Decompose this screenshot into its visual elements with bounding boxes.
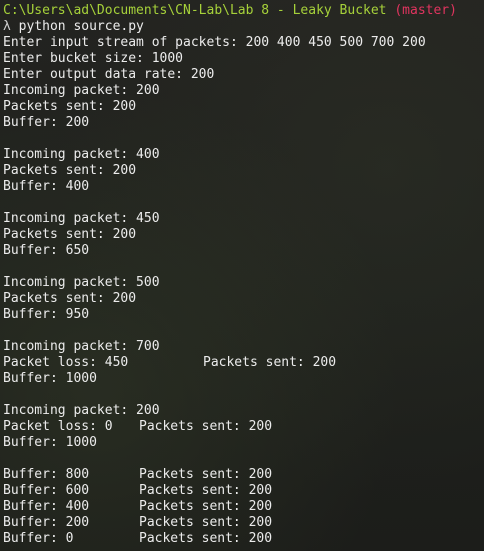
- packets-sent-text: Packets sent: 200: [139, 515, 273, 530]
- output-block-1: Incoming packet: 200 Packets sent: 200 B…: [3, 83, 484, 131]
- drain-line: Buffer: 400 Packets sent: 200: [3, 499, 484, 515]
- incoming-packet-line: Incoming packet: 200: [3, 83, 160, 98]
- packets-sent-text: Packets sent: 200: [139, 483, 273, 498]
- output-block-2: Incoming packet: 400 Packets sent: 200 B…: [3, 147, 484, 195]
- loss-sent-line: Packet loss: 0 Packets sent: 200: [3, 419, 484, 435]
- packets-sent-line: Packets sent: 200: [3, 99, 137, 114]
- drain-block: Buffer: 800 Packets sent: 200 Buffer: 600…: [3, 467, 484, 547]
- buffer-line: Buffer: 200: [3, 115, 90, 130]
- packets-sent-text: Packets sent: 200: [139, 531, 273, 546]
- terminal-window[interactable]: C:\Users\ad\Documents\CN-Lab\Lab 8 - Lea…: [0, 0, 484, 551]
- incoming-packet-line: Incoming packet: 500: [3, 275, 160, 290]
- input-stream-line: Enter input stream of packets: 200 400 4…: [3, 35, 426, 50]
- drain-line: Buffer: 800 Packets sent: 200: [3, 467, 484, 483]
- incoming-packet-line: Incoming packet: 200: [3, 403, 160, 418]
- output-block-6: Incoming packet: 200 Packet loss: 0 Packe…: [3, 403, 484, 451]
- drain-line: Buffer: 600 Packets sent: 200: [3, 483, 484, 499]
- loss-sent-line: Packet loss: 450 Packets sent: 200: [3, 355, 484, 371]
- command-line: λ python source.py: [3, 19, 484, 35]
- git-branch: (master): [394, 3, 457, 18]
- packet-loss-text: Packet loss: 0: [3, 419, 113, 434]
- packets-sent-line: Packets sent: 200: [3, 291, 137, 306]
- packets-sent-text: Packets sent: 200: [139, 467, 273, 482]
- output-block-3: Incoming packet: 450 Packets sent: 200 B…: [3, 211, 484, 259]
- buffer-line: Buffer: 950: [3, 307, 90, 322]
- buffer-text: Buffer: 400: [3, 499, 90, 514]
- packets-sent-line: Packets sent: 200: [3, 163, 137, 178]
- incoming-packet-line: Incoming packet: 700: [3, 339, 160, 354]
- incoming-packet-line: Incoming packet: 400: [3, 147, 160, 162]
- bucket-size-line: Enter bucket size: 1000: [3, 51, 184, 66]
- buffer-text: Buffer: 200: [3, 515, 90, 530]
- buffer-line: Buffer: 1000: [3, 435, 97, 450]
- drain-line: Buffer: 200 Packets sent: 200: [3, 515, 484, 531]
- packets-sent-text: Packets sent: 200: [139, 419, 273, 434]
- buffer-text: Buffer: 0: [3, 531, 74, 546]
- output-block-5: Incoming packet: 700 Packet loss: 450 Pac…: [3, 339, 484, 387]
- packets-sent-text: Packets sent: 200: [139, 499, 273, 514]
- buffer-line: Buffer: 1000: [3, 371, 97, 386]
- packet-loss-text: Packet loss: 450: [3, 355, 129, 370]
- prompt-line: C:\Users\ad\Documents\CN-Lab\Lab 8 - Lea…: [3, 3, 484, 19]
- buffer-line: Buffer: 650: [3, 243, 90, 258]
- buffer-text: Buffer: 600: [3, 483, 90, 498]
- packets-sent-text: Packets sent: 200: [203, 355, 337, 370]
- output-block-4: Incoming packet: 500 Packets sent: 200 B…: [3, 275, 484, 323]
- drain-line: Buffer: 0 Packets sent: 200: [3, 531, 484, 547]
- incoming-packet-line: Incoming packet: 450: [3, 211, 160, 226]
- prompt-symbol: λ: [3, 19, 11, 34]
- prompt-path: C:\Users\ad\Documents\CN-Lab\Lab 8 - Lea…: [3, 3, 387, 18]
- command-text: python source.py: [18, 19, 144, 34]
- buffer-line: Buffer: 400: [3, 179, 90, 194]
- buffer-text: Buffer: 800: [3, 467, 90, 482]
- packets-sent-line: Packets sent: 200: [3, 227, 137, 242]
- output-rate-line: Enter output data rate: 200: [3, 67, 215, 82]
